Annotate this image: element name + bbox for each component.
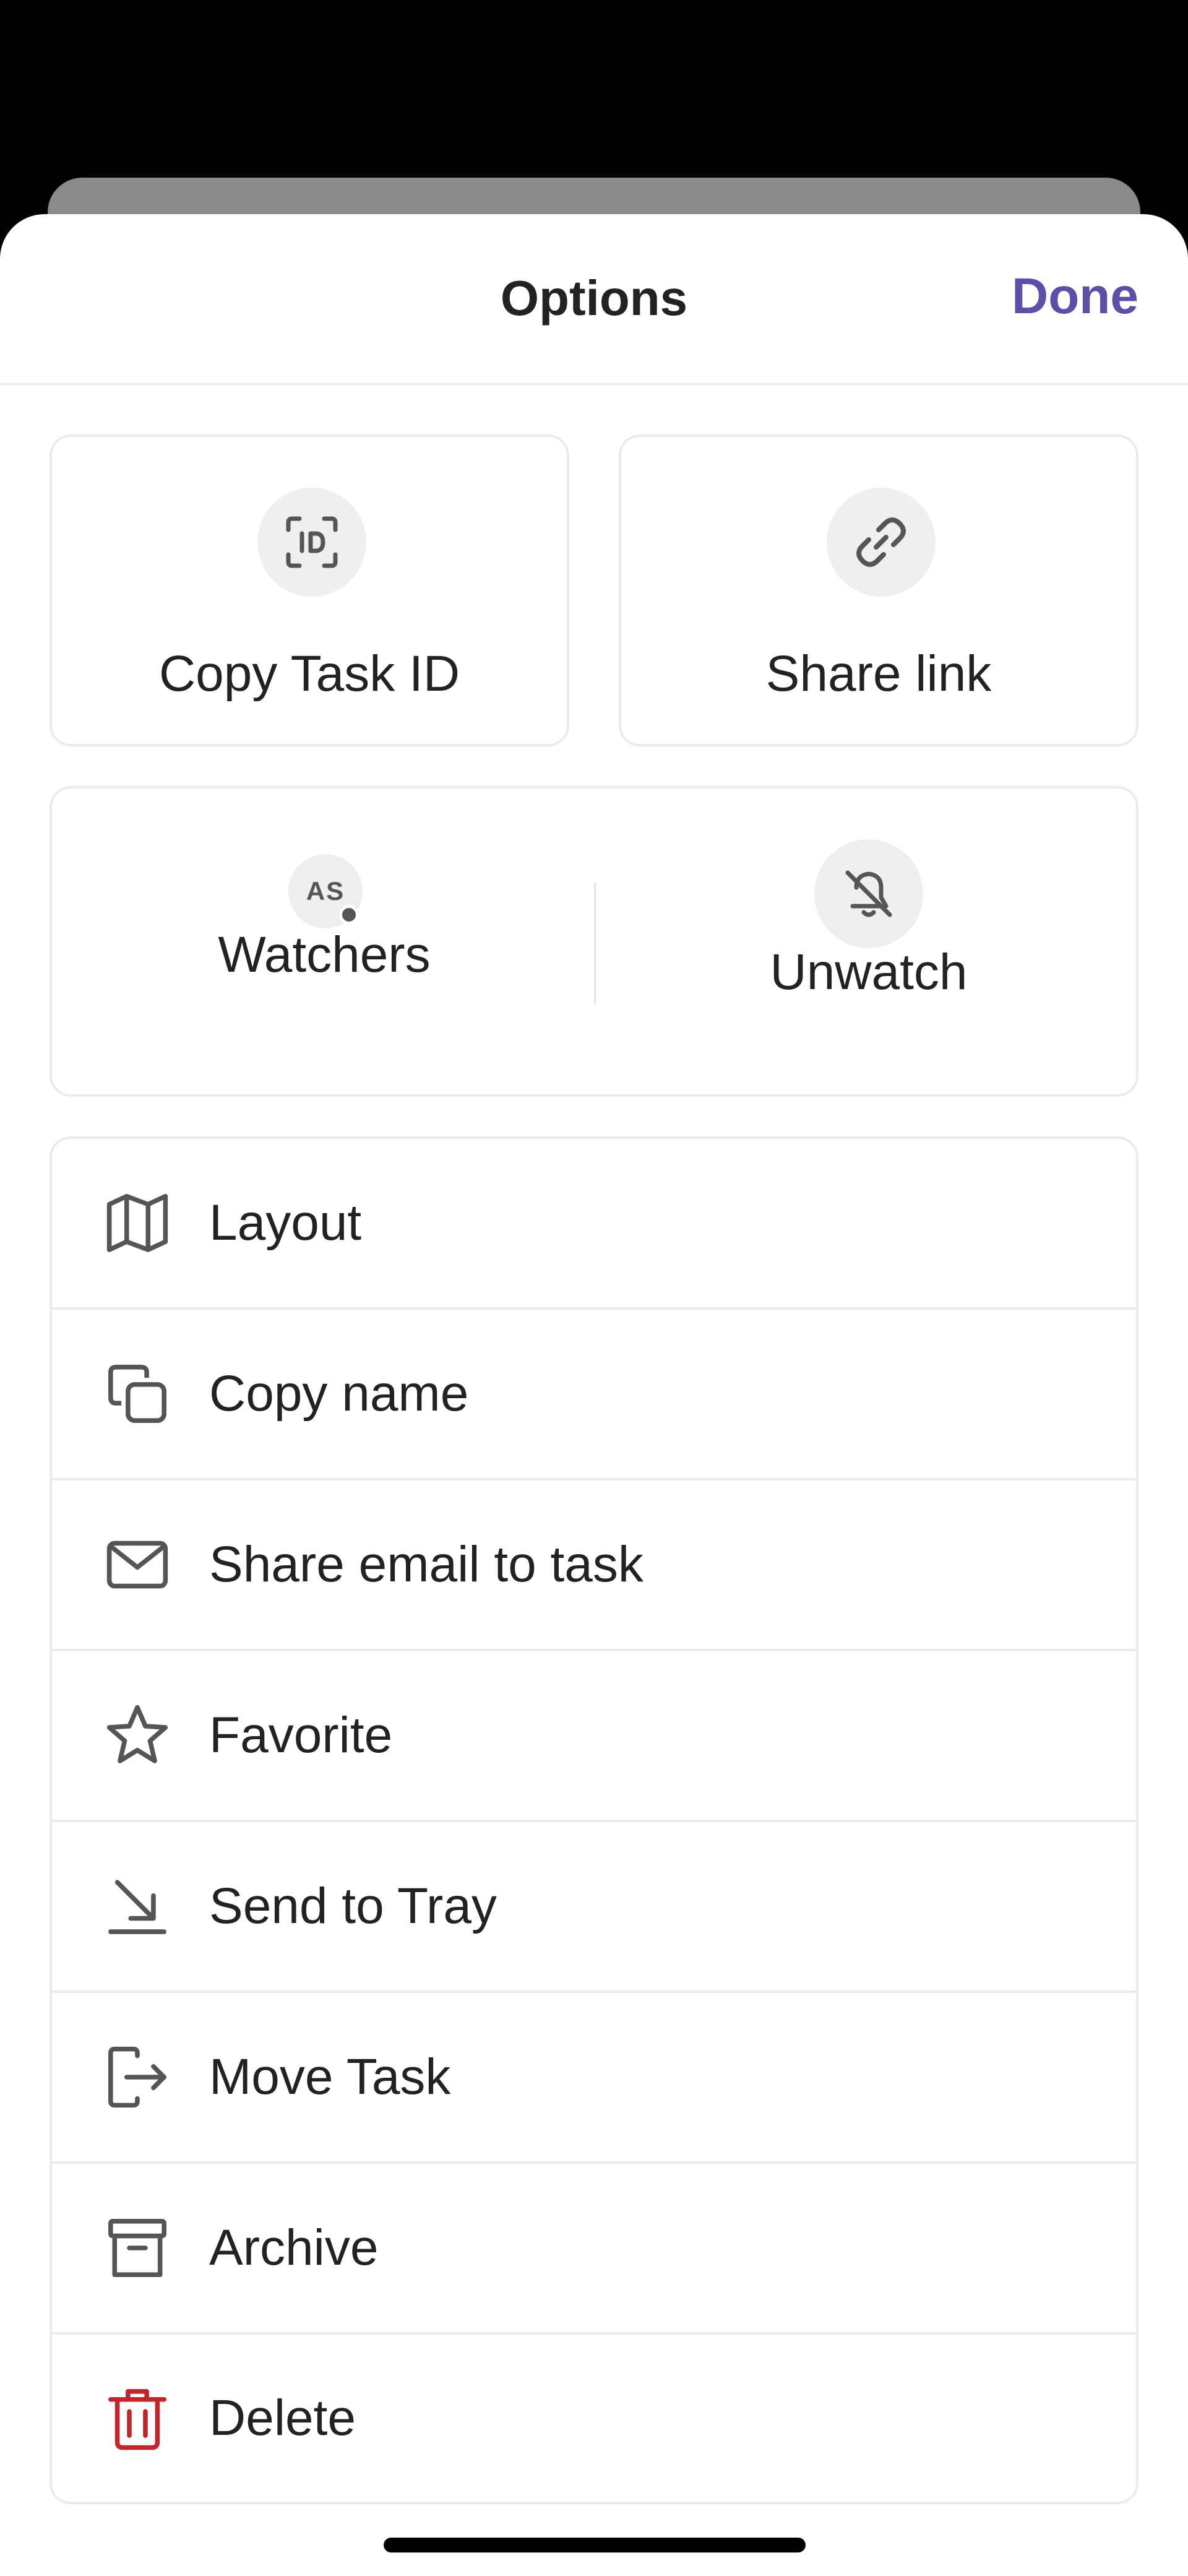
status-dot <box>339 905 359 925</box>
screen: Options Done Copy Task ID Share link AS … <box>0 0 1188 2576</box>
copy-icon <box>104 1360 171 1427</box>
home-indicator[interactable] <box>384 2538 806 2552</box>
menu-item-layout[interactable]: Layout <box>52 1139 1136 1310</box>
send-to-tray-icon <box>104 1873 171 1940</box>
menu-item-copy-name[interactable]: Copy name <box>52 1310 1136 1480</box>
mail-icon <box>104 1531 171 1598</box>
options-menu: Layout Copy name Share email to task Fav… <box>50 1136 1138 2504</box>
avatar: AS <box>288 854 363 928</box>
share-link-label: Share link <box>765 646 992 702</box>
layout-icon <box>104 1190 171 1256</box>
menu-item-favorite[interactable]: Favorite <box>52 1651 1136 1822</box>
star-icon <box>104 1702 171 1769</box>
avatar-initials: AS <box>306 876 345 905</box>
watch-tile: AS Watchers Unwatch <box>50 786 1138 1097</box>
done-button[interactable]: Done <box>1012 267 1138 326</box>
menu-item-move-task[interactable]: Move Task <box>52 1993 1136 2164</box>
menu-item-label: Move Task <box>209 2049 451 2105</box>
share-link-tile[interactable]: Share link <box>619 434 1138 746</box>
menu-item-label: Copy name <box>209 1365 469 1422</box>
unwatch-label: Unwatch <box>770 944 968 1000</box>
unwatch-button[interactable]: Unwatch <box>596 789 1141 1094</box>
menu-item-label: Delete <box>209 2390 356 2446</box>
divider <box>594 883 596 1004</box>
copy-task-id-tile[interactable]: Copy Task ID <box>50 434 569 746</box>
menu-item-label: Send to Tray <box>209 1878 497 1934</box>
menu-item-archive[interactable]: Archive <box>52 2164 1136 2335</box>
menu-item-send-to-tray[interactable]: Send to Tray <box>52 1822 1136 1993</box>
bell-off-icon <box>814 839 923 948</box>
menu-item-label: Favorite <box>209 1707 393 1763</box>
archive-icon <box>104 2215 171 2281</box>
link-icon <box>827 488 936 597</box>
options-sheet: Options Done Copy Task ID Share link AS … <box>0 214 1188 2576</box>
trash-icon <box>104 2385 171 2452</box>
menu-item-share-email[interactable]: Share email to task <box>52 1480 1136 1651</box>
sheet-header: Options Done <box>0 214 1188 385</box>
copy-task-id-label: Copy Task ID <box>158 646 460 702</box>
menu-item-label: Layout <box>209 1195 362 1251</box>
page-title: Options <box>500 270 688 326</box>
menu-item-label: Archive <box>209 2219 379 2276</box>
move-icon <box>104 2044 171 2111</box>
watchers-button[interactable]: AS Watchers <box>52 789 596 1094</box>
menu-item-label: Share email to task <box>209 1536 644 1593</box>
watchers-label: Watchers <box>218 927 431 983</box>
menu-item-delete[interactable]: Delete <box>52 2335 1136 2502</box>
id-icon <box>257 488 366 597</box>
